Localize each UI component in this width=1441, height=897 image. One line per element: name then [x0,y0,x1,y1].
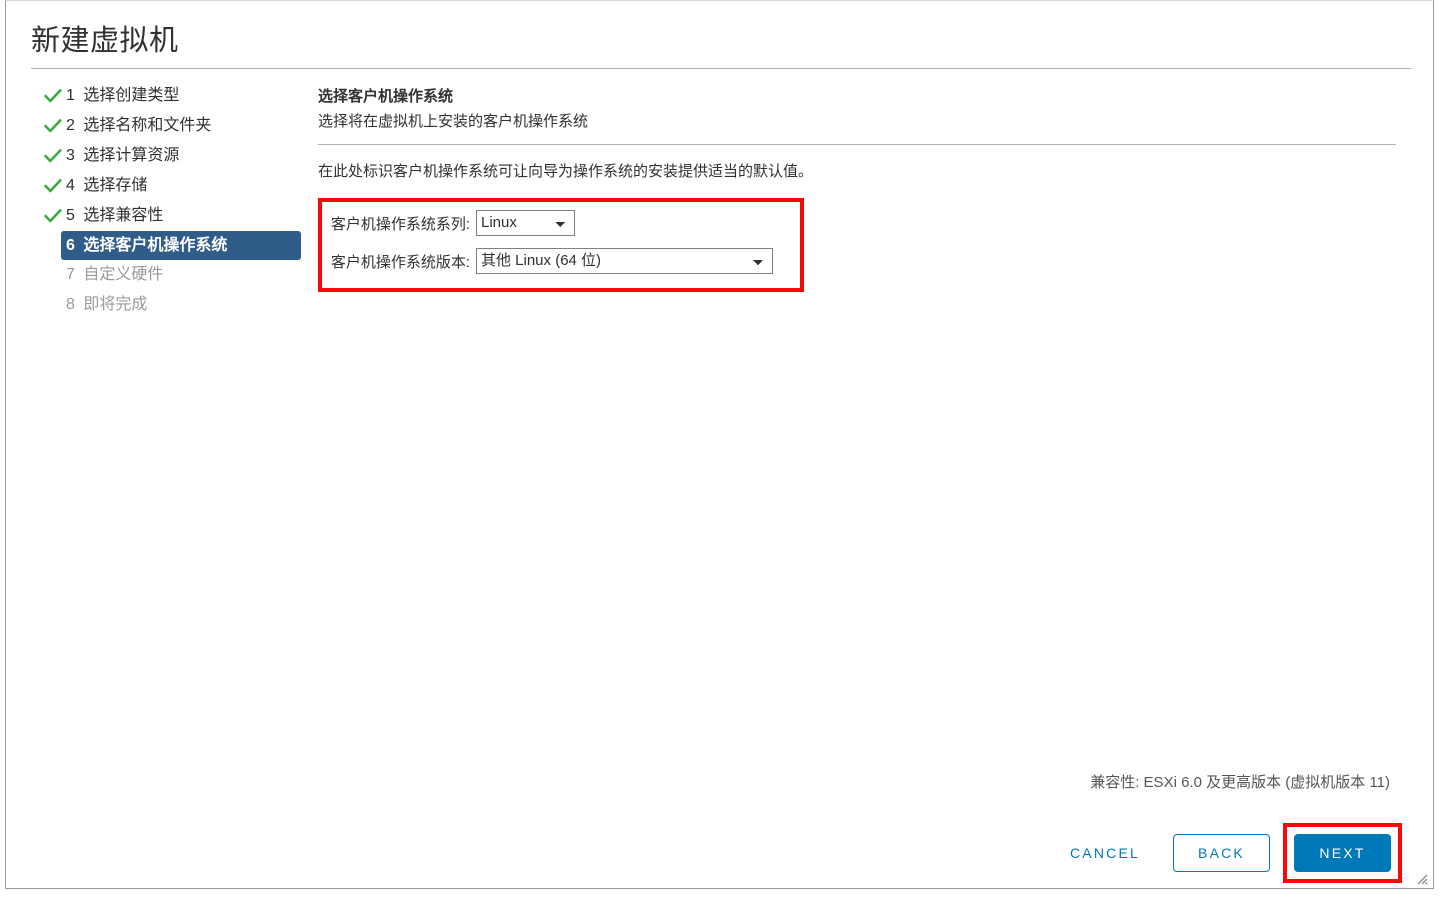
sidebar-item-step-1[interactable]: 1 选择创建类型 [6,81,306,111]
title-divider [31,68,1411,69]
sidebar-item-step-8-number: 8 [66,296,75,313]
content-description: 在此处标识客户机操作系统可让向导为操作系统的安装提供适当的默认值。 [318,163,814,180]
sidebar-item-step-5[interactable]: 5 选择兼容性 [6,201,306,231]
sidebar-item-step-6-number: 6 [66,237,75,254]
guest-os-version-row: 客户机操作系统版本: 其他 Linux (64 位) [318,242,804,280]
cancel-button[interactable]: CANCEL [1052,835,1158,871]
check-icon [44,171,62,201]
wizard-footer-buttons: CANCEL BACK NEXT [1052,823,1402,883]
compatibility-status: 兼容性: ESXi 6.0 及更高版本 (虚拟机版本 11) [1090,774,1390,791]
check-icon [44,141,62,171]
sidebar-item-step-1-number: 1 [66,87,75,104]
wizard-title-bar: 新建虚拟机 [6,1,1433,73]
sidebar-item-step-2-label: 选择名称和文件夹 [83,117,212,134]
wizard-content-pane: 选择客户机操作系统 选择将在虚拟机上安装的客户机操作系统 在此处标识客户机操作系… [318,86,1403,292]
content-heading: 选择客户机操作系统 [318,88,454,105]
sidebar-item-step-2[interactable]: 2 选择名称和文件夹 [6,111,306,141]
check-icon [44,111,62,141]
sidebar-item-step-4-number: 4 [66,177,75,194]
sidebar-item-step-6[interactable]: 6 选择客户机操作系统 [61,231,301,260]
guest-os-form: 客户机操作系统系列: Linux 客户机操作系统版本: 其他 Linux (64… [318,204,804,280]
guest-os-family-row: 客户机操作系统系列: Linux [318,204,804,242]
new-virtual-machine-wizard-window: 新建虚拟机 1 选择创建类型 2 选择名称和文件夹 3 选择计算资源 4 选择存… [5,0,1434,889]
guest-os-version-label: 客户机操作系统版本: [330,253,470,271]
sidebar-item-step-8[interactable]: 8 即将完成 [6,290,306,320]
guest-os-version-select[interactable]: 其他 Linux (64 位) [476,248,773,274]
sidebar-item-step-5-number: 5 [66,207,75,224]
sidebar-item-step-8-label: 即将完成 [83,296,148,313]
sidebar-item-step-4-label: 选择存储 [83,177,148,194]
sidebar-item-step-2-number: 2 [66,117,75,134]
check-icon [44,81,62,111]
content-subheading: 选择将在虚拟机上安装的客户机操作系统 [318,113,589,130]
sidebar-item-step-3-label: 选择计算资源 [83,147,180,164]
sidebar-item-step-3[interactable]: 3 选择计算资源 [6,141,306,171]
sidebar-item-step-1-label: 选择创建类型 [83,87,180,104]
back-button[interactable]: BACK [1173,834,1270,872]
sidebar-item-step-5-label: 选择兼容性 [83,207,164,224]
sidebar-item-step-6-label: 选择客户机操作系统 [83,237,228,254]
content-divider [318,144,1396,145]
next-button-highlight-box: NEXT [1283,823,1402,883]
sidebar-item-step-3-number: 3 [66,147,75,164]
page-title: 新建虚拟机 [31,25,179,57]
guest-os-family-label: 客户机操作系统系列: [330,215,470,233]
check-icon [44,201,62,231]
guest-os-family-select[interactable]: Linux [476,210,575,236]
resize-grip-icon[interactable] [1414,871,1428,885]
sidebar-item-step-7-number: 7 [66,266,75,283]
sidebar-item-step-7[interactable]: 7 自定义硬件 [6,260,306,290]
next-button[interactable]: NEXT [1294,834,1391,872]
sidebar-item-step-7-label: 自定义硬件 [83,266,164,283]
wizard-step-nav: 1 选择创建类型 2 选择名称和文件夹 3 选择计算资源 4 选择存储 5 选择… [6,81,306,320]
sidebar-item-step-4[interactable]: 4 选择存储 [6,171,306,201]
